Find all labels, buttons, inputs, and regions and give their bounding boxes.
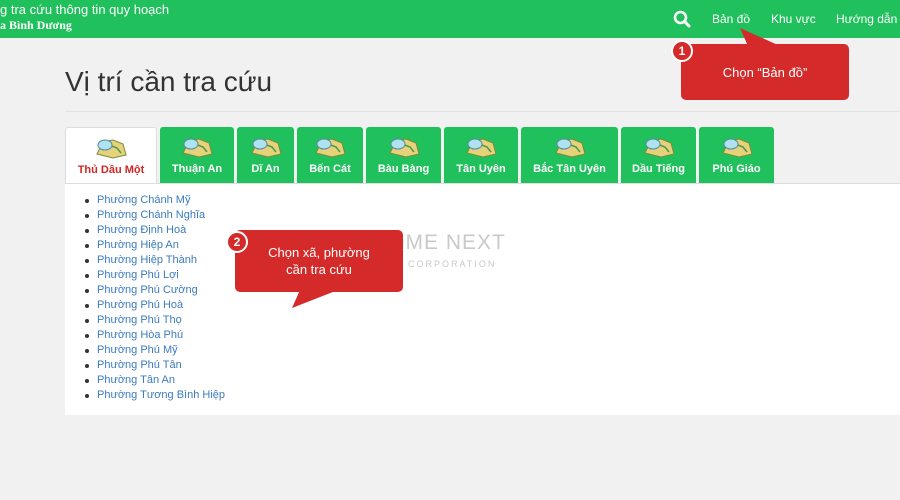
nav-link-area[interactable]: Khu vực	[771, 12, 816, 26]
tab-thu-dau-mot[interactable]: Thủ Dầu Một	[65, 127, 157, 184]
step-1-badge: 1	[671, 40, 693, 62]
callout-2-pointer	[292, 290, 338, 308]
search-icon[interactable]	[672, 9, 692, 29]
map-icon	[466, 138, 497, 158]
map-icon	[721, 138, 753, 158]
brand-title-line1: g tra cứu thông tin quy hoạch	[0, 2, 170, 17]
brand-title-line2: a Bình Dương	[0, 18, 72, 32]
ward-link[interactable]: Phường Phú Hoà	[84, 298, 225, 313]
ward-link[interactable]: Phường Phú Thọ	[84, 313, 225, 328]
ward-link[interactable]: Phường Định Hoà	[84, 223, 225, 238]
map-icon	[96, 139, 127, 159]
watermark-sub-text: CORPORATION	[408, 259, 497, 269]
ward-link[interactable]: Phường Chánh Nghĩa	[84, 208, 225, 223]
nav-link-guide[interactable]: Hướng dẫn	[836, 12, 897, 26]
tab-label: Thuận An	[171, 163, 223, 175]
callout-2-line1: Chọn xã, phường	[268, 245, 370, 260]
tab-label: Thủ Dầu Một	[77, 164, 145, 176]
callout-step-1: Chọn “Bản đồ”	[681, 44, 849, 100]
site-brand[interactable]: g tra cứu thông tin quy hoạch a Bình Dươ…	[0, 2, 169, 33]
ward-list: Phường Chánh Mỹ Phường Chánh Nghĩa Phườn…	[84, 193, 225, 403]
callout-2-line2: cần tra cứu	[286, 262, 352, 277]
map-icon	[250, 138, 282, 158]
tab-label: Phú Giáo	[712, 163, 761, 175]
tab-label: Dầu Tiếng	[632, 163, 685, 175]
tab-di-an[interactable]: Dĩ An	[237, 127, 294, 183]
district-tabs: Thủ Dầu Một Thuận An Dĩ An Bến Cát Bàu B…	[65, 127, 900, 184]
ward-link[interactable]: Phường Phú Mỹ	[84, 343, 225, 358]
ward-link[interactable]: Phường Phú Cường	[84, 283, 225, 298]
tab-phu-giao[interactable]: Phú Giáo	[699, 127, 774, 183]
tab-bau-bang[interactable]: Bàu Bàng	[366, 127, 441, 183]
ward-link[interactable]: Phường Hòa Phú	[84, 328, 225, 343]
title-divider	[65, 111, 900, 112]
step-2-badge: 2	[226, 231, 248, 253]
ward-link[interactable]: Phường Hiệp Thành	[84, 253, 225, 268]
map-icon	[315, 138, 346, 158]
tab-label: Dĩ An	[251, 163, 280, 175]
nav-link-map[interactable]: Bản đồ	[712, 12, 750, 26]
ward-link[interactable]: Phường Hiệp An	[84, 238, 225, 253]
tab-label: Tân Uyên	[456, 163, 506, 175]
callout-step-2: Chọn xã, phường cần tra cứu	[235, 230, 403, 292]
callout-1-text: Chọn “Bản đồ”	[722, 65, 808, 80]
ward-panel: Phường Chánh Mỹ Phường Chánh Nghĩa Phườn…	[65, 183, 900, 415]
ward-link[interactable]: Phường Chánh Mỹ	[84, 193, 225, 208]
map-icon	[554, 138, 586, 158]
ward-link[interactable]: Phường Phú Tân	[84, 358, 225, 373]
page-title: Vị trí cần tra cứu	[65, 66, 273, 97]
tab-dau-tieng[interactable]: Dầu Tiếng	[621, 127, 696, 183]
tab-thuan-an[interactable]: Thuận An	[160, 127, 234, 183]
tab-tan-uyen[interactable]: Tân Uyên	[444, 127, 518, 183]
tab-bac-tan-uyen[interactable]: Bắc Tân Uyên	[521, 127, 618, 183]
map-icon	[643, 138, 675, 158]
ward-link[interactable]: Phường Tương Bình Hiệp	[84, 388, 225, 403]
tab-ben-cat[interactable]: Bến Cát	[297, 127, 363, 183]
map-icon	[182, 138, 213, 158]
map-icon	[388, 138, 420, 158]
ward-link[interactable]: Phường Tân An	[84, 373, 225, 388]
tab-label: Bàu Bàng	[377, 163, 430, 175]
ward-link[interactable]: Phường Phú Lợi	[84, 268, 225, 283]
tab-label: Bến Cát	[309, 163, 351, 175]
tab-label: Bắc Tân Uyên	[533, 163, 606, 175]
callout-2-text: Chọn xã, phường cần tra cứu	[243, 244, 395, 278]
